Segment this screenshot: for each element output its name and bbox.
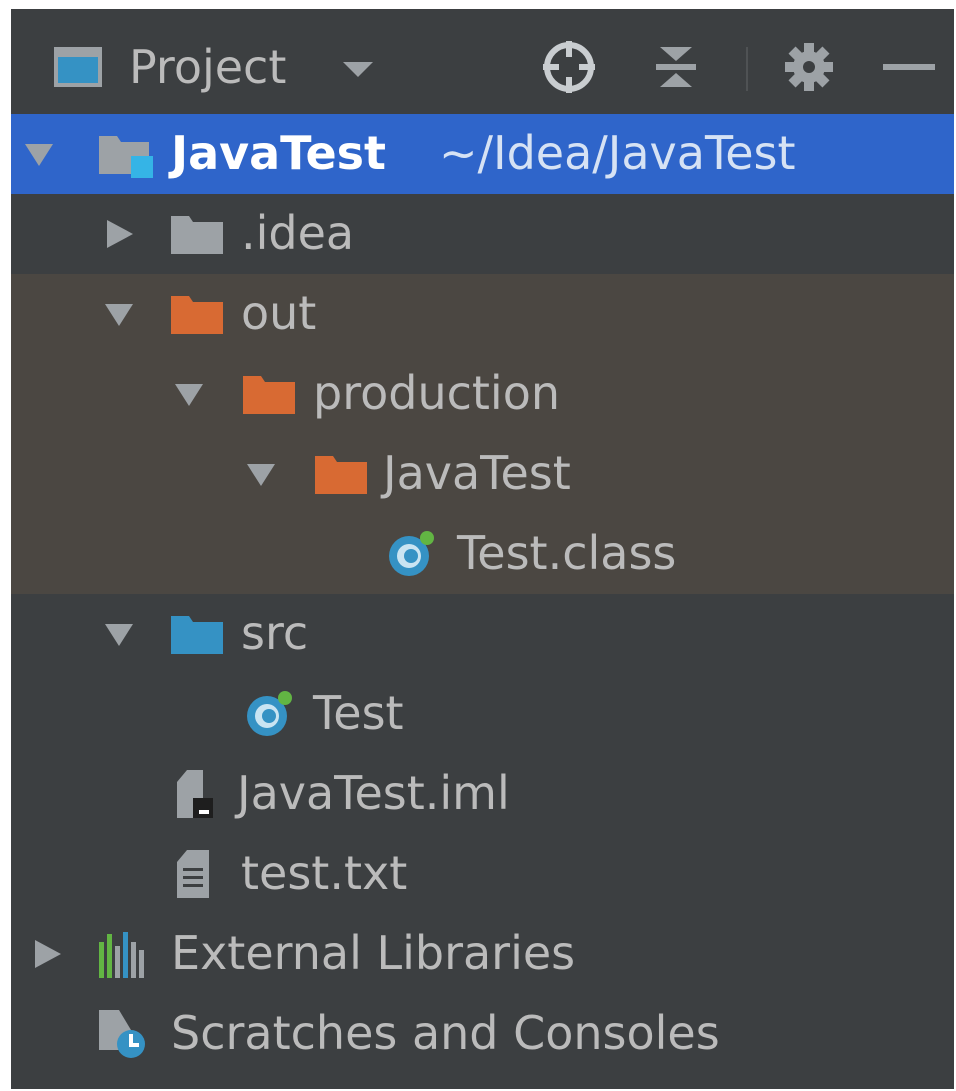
collapsed-arrow-icon[interactable] (29, 939, 65, 969)
tree-node-javatest-root[interactable]: JavaTest ~/Idea/JavaTest (11, 114, 954, 194)
source-folder-icon (169, 610, 225, 658)
tree-node-iml[interactable]: JavaTest.iml (11, 754, 954, 834)
tree-node-label: JavaTest.iml (237, 766, 510, 820)
tree-node-label: Test (313, 686, 404, 740)
tree-node-label: Scratches and Consoles (171, 1006, 720, 1060)
text-file-icon (173, 850, 229, 898)
excluded-folder-icon (313, 450, 369, 498)
collapsed-arrow-icon[interactable] (101, 219, 137, 249)
tree-node-idea[interactable]: .idea (11, 194, 954, 274)
toolbar-separator (746, 47, 748, 91)
excluded-folder-icon (169, 290, 225, 338)
tree-node-label: External Libraries (171, 926, 576, 980)
gear-icon[interactable] (779, 37, 839, 97)
module-file-icon (173, 770, 229, 818)
excluded-folder-icon (241, 370, 297, 418)
tree-node-label: Test.class (457, 526, 677, 580)
expand-arrow-icon[interactable] (21, 139, 57, 169)
tree-node-out[interactable]: out (11, 274, 954, 354)
expand-arrow-icon[interactable] (101, 299, 137, 329)
tree-node-label: production (313, 366, 561, 420)
tree-node-test-class[interactable]: Test.class (11, 514, 954, 594)
tree-node-label: test.txt (241, 846, 408, 900)
module-folder-icon (97, 130, 153, 178)
compiled-class-icon (383, 530, 439, 578)
tree-node-src[interactable]: src (11, 594, 954, 674)
tree-node-label: JavaTest (171, 126, 387, 180)
project-tool-window: Project JavaTest ~/Idea/JavaTest .idea o… (11, 9, 954, 1089)
java-class-icon (241, 690, 297, 738)
folder-icon (169, 210, 225, 258)
tree-node-path: ~/Idea/JavaTest (439, 126, 796, 180)
tree-node-label: .idea (241, 206, 355, 260)
tree-node-production[interactable]: production (11, 354, 954, 434)
minimize-icon[interactable] (881, 37, 941, 97)
tree-node-external-libraries[interactable]: External Libraries (11, 914, 954, 994)
locate-target-icon[interactable] (539, 37, 599, 97)
project-view-title[interactable]: Project (129, 37, 286, 97)
libraries-icon (97, 930, 153, 978)
tree-node-label: src (241, 606, 309, 660)
scratches-icon (97, 1010, 153, 1058)
tree-node-txt[interactable]: test.txt (11, 834, 954, 914)
collapse-all-icon[interactable] (646, 37, 706, 97)
dropdown-arrow-icon[interactable] (343, 62, 373, 77)
tree-node-javatest-output[interactable]: JavaTest (11, 434, 954, 514)
tree-node-label: JavaTest (383, 446, 571, 500)
expand-arrow-icon[interactable] (243, 459, 279, 489)
expand-arrow-icon[interactable] (101, 619, 137, 649)
tree-node-label: out (241, 286, 317, 340)
tree-node-test[interactable]: Test (11, 674, 954, 754)
expand-arrow-icon[interactable] (171, 379, 207, 409)
project-toolbar: Project (11, 9, 954, 116)
project-view-icon (54, 47, 102, 87)
tree-node-scratches[interactable]: Scratches and Consoles (11, 994, 954, 1074)
